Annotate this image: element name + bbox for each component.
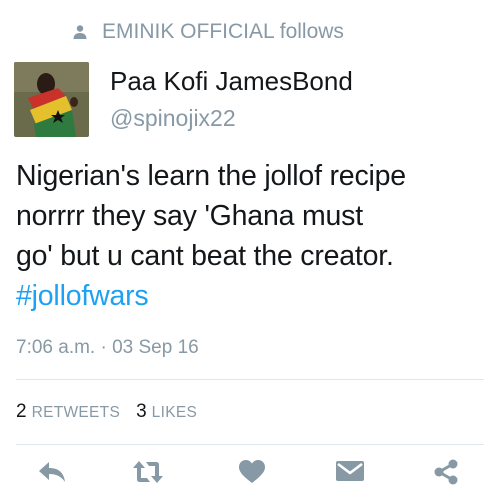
tweet-detail-view: EMINIK OFFICIAL follows Paa Kofi JamesBo… <box>0 0 500 500</box>
like-icon <box>238 459 266 490</box>
divider <box>16 379 484 380</box>
avatar[interactable] <box>14 62 89 137</box>
like-button[interactable] <box>232 456 272 492</box>
likes-label: LIKES <box>151 404 198 421</box>
message-icon <box>335 459 365 490</box>
tweet-text-line: Nigerian's learn the jollof recipe <box>16 160 406 192</box>
author-handle[interactable]: @spinojix22 <box>110 105 236 132</box>
person-icon <box>72 24 88 40</box>
retweets-stat[interactable]: 2 RETWEETS <box>16 401 120 423</box>
hashtag-link[interactable]: #jollofwars <box>16 276 492 316</box>
tweet-timestamp: 7:06 a.m. · 03 Sep 16 <box>16 337 199 358</box>
retweets-count: 2 <box>16 401 27 422</box>
likes-stat[interactable]: 3 LIKES <box>136 401 197 423</box>
message-button[interactable] <box>330 456 370 492</box>
tweet-text: Nigerian's learn the jollof recipe norrr… <box>16 156 492 316</box>
share-icon <box>432 458 460 491</box>
share-button[interactable] <box>426 456 466 492</box>
engagement-stats: 2 RETWEETS 3 LIKES <box>16 398 213 426</box>
social-context: EMINIK OFFICIAL follows <box>72 16 344 48</box>
tweet-text-line: norrrr they say 'Ghana must <box>16 200 363 232</box>
retweet-button[interactable] <box>128 456 168 492</box>
divider <box>16 444 484 445</box>
tweet-text-line: go' but u cant beat the creator. <box>16 240 394 272</box>
social-context-text: EMINIK OFFICIAL follows <box>102 20 344 43</box>
retweets-label: RETWEETS <box>31 404 121 421</box>
reply-icon <box>37 459 67 490</box>
reply-button[interactable] <box>32 456 72 492</box>
action-bar <box>0 448 500 498</box>
likes-count: 3 <box>136 401 147 422</box>
author-display-name[interactable]: Paa Kofi JamesBond <box>110 66 353 97</box>
retweet-icon <box>131 459 165 490</box>
